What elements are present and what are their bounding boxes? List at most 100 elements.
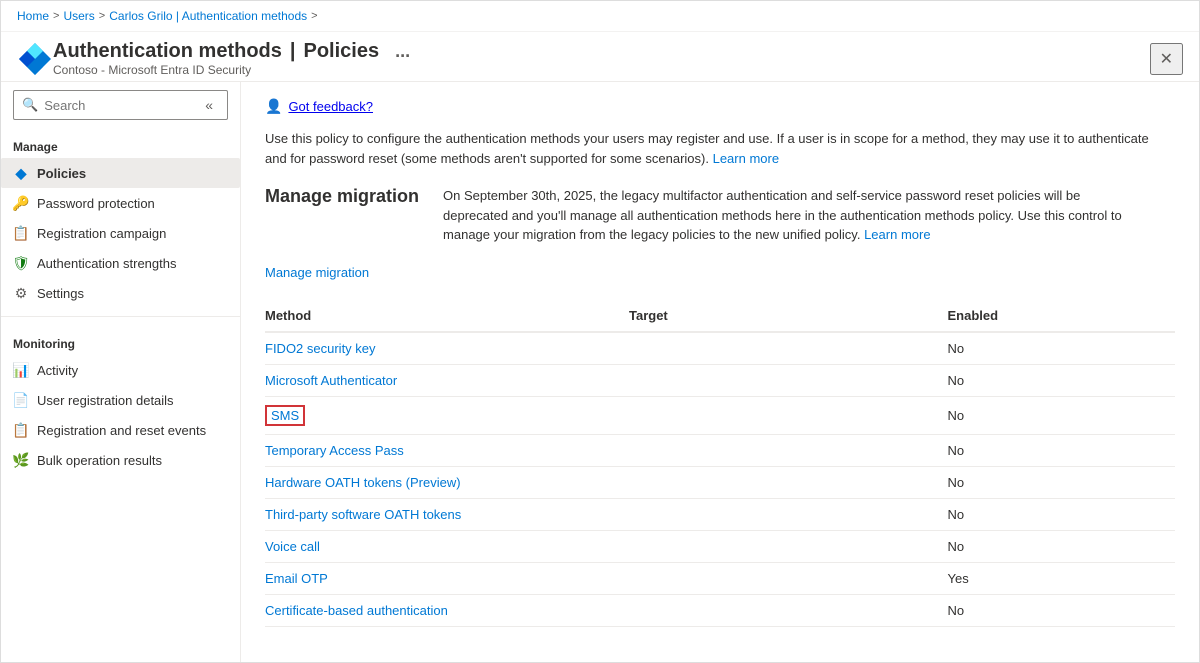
table-row: SMS No — [265, 396, 1175, 434]
breadcrumb-sep-3: > — [311, 10, 317, 22]
table-cell-target-4 — [629, 466, 948, 498]
sidebar-item-password-protection[interactable]: 🔑 Password protection — [1, 188, 240, 218]
password-protection-icon: 🔑 — [13, 195, 29, 211]
table-cell-method-0: FIDO2 security key — [265, 332, 629, 365]
migration-section: Manage migration On September 30th, 2025… — [265, 186, 1175, 245]
feedback-link[interactable]: Got feedback? — [288, 99, 373, 114]
col-header-enabled: Enabled — [948, 300, 1176, 332]
main-layout: 🔍 « Manage ◆ Policies 🔑 Password protect… — [1, 82, 1199, 662]
policy-learn-more-link[interactable]: Learn more — [713, 151, 779, 166]
sidebar-item-user-registration[interactable]: 📄 User registration details — [1, 385, 240, 415]
migration-learn-more-link[interactable]: Learn more — [864, 227, 930, 242]
policy-desc-text: Use this policy to configure the authent… — [265, 131, 1149, 166]
table-cell-target-6 — [629, 530, 948, 562]
method-link-4[interactable]: Hardware OATH tokens (Preview) — [265, 475, 461, 490]
method-link-8[interactable]: Certificate-based authentication — [265, 603, 448, 618]
main-content: 👤 Got feedback? Use this policy to confi… — [241, 82, 1199, 662]
sidebar-item-registration-events-label: Registration and reset events — [37, 423, 206, 438]
migration-text: On September 30th, 2025, the legacy mult… — [443, 186, 1123, 245]
table-cell-enabled-2: No — [948, 396, 1176, 434]
sidebar-item-user-registration-label: User registration details — [37, 393, 174, 408]
registration-events-icon: 📋 — [13, 422, 29, 438]
table-cell-method-1: Microsoft Authenticator — [265, 364, 629, 396]
table-body: FIDO2 security keyNoMicrosoft Authentica… — [265, 332, 1175, 627]
table-cell-method-5: Third-party software OATH tokens — [265, 498, 629, 530]
page-header: Authentication methods | Policies ... Co… — [1, 32, 1199, 82]
table-cell-method-3: Temporary Access Pass — [265, 434, 629, 466]
table-row: Third-party software OATH tokens No — [265, 498, 1175, 530]
sidebar-item-policies-label: Policies — [37, 166, 86, 181]
method-link-5[interactable]: Third-party software OATH tokens — [265, 507, 461, 522]
table-row: FIDO2 security key No — [265, 332, 1175, 365]
table-cell-enabled-1: No — [948, 364, 1176, 396]
sms-boxed-link[interactable]: SMS — [265, 405, 305, 426]
sidebar-item-settings[interactable]: ⚙ Settings — [1, 278, 240, 308]
sidebar-item-registration-campaign[interactable]: 📋 Registration campaign — [1, 218, 240, 248]
sidebar-item-bulk-operation[interactable]: 🌿 Bulk operation results — [1, 445, 240, 475]
col-header-method: Method — [265, 300, 629, 332]
header-more-button[interactable]: ... — [395, 41, 410, 62]
table-cell-target-7 — [629, 562, 948, 594]
collapse-button[interactable]: « — [199, 95, 219, 115]
close-button[interactable]: ✕ — [1150, 43, 1183, 75]
method-link-7[interactable]: Email OTP — [265, 571, 328, 586]
monitoring-section-label: Monitoring — [1, 325, 240, 355]
breadcrumb-current[interactable]: Carlos Grilo | Authentication methods — [109, 9, 307, 23]
col-header-target: Target — [629, 300, 948, 332]
table-cell-enabled-3: No — [948, 434, 1176, 466]
header-title: Authentication methods | Policies ... — [53, 40, 1150, 63]
table-row: Certificate-based authentication No — [265, 594, 1175, 626]
sidebar-divider — [1, 316, 240, 317]
header-subtitle: Contoso - Microsoft Entra ID Security — [53, 63, 1150, 77]
table-cell-method-7: Email OTP — [265, 562, 629, 594]
breadcrumb: Home > Users > Carlos Grilo | Authentica… — [1, 1, 1199, 32]
user-registration-icon: 📄 — [13, 392, 29, 408]
table-row: Email OTP Yes — [265, 562, 1175, 594]
method-link-1[interactable]: Microsoft Authenticator — [265, 373, 397, 388]
search-icon: 🔍 — [22, 97, 38, 113]
search-box: 🔍 « — [13, 90, 228, 120]
table-cell-enabled-0: No — [948, 332, 1176, 365]
breadcrumb-sep-2: > — [99, 10, 105, 22]
table-cell-target-0 — [629, 332, 948, 365]
sidebar-item-settings-label: Settings — [37, 286, 84, 301]
sidebar: 🔍 « Manage ◆ Policies 🔑 Password protect… — [1, 82, 241, 662]
header-title-group: Authentication methods | Policies ... Co… — [53, 40, 1150, 77]
table-row: Microsoft Authenticator No — [265, 364, 1175, 396]
settings-icon: ⚙ — [13, 285, 29, 301]
table-cell-enabled-8: No — [948, 594, 1176, 626]
search-input[interactable] — [44, 98, 193, 113]
breadcrumb-users[interactable]: Users — [63, 9, 94, 23]
table-cell-target-3 — [629, 434, 948, 466]
method-link-6[interactable]: Voice call — [265, 539, 320, 554]
sidebar-item-registration-events[interactable]: 📋 Registration and reset events — [1, 415, 240, 445]
table-cell-method-8: Certificate-based authentication — [265, 594, 629, 626]
breadcrumb-home[interactable]: Home — [17, 9, 49, 23]
policy-description: Use this policy to configure the authent… — [265, 129, 1165, 168]
feedback-bar: 👤 Got feedback? — [265, 98, 1175, 115]
table-header-row: Method Target Enabled — [265, 300, 1175, 332]
manage-section-label: Manage — [1, 128, 240, 158]
table-cell-target-8 — [629, 594, 948, 626]
sidebar-item-auth-strengths-label: Authentication strengths — [37, 256, 176, 271]
activity-icon: 📊 — [13, 362, 29, 378]
table-cell-target-5 — [629, 498, 948, 530]
table-cell-method-6: Voice call — [265, 530, 629, 562]
sidebar-item-auth-strengths[interactable]: 🛡 Authentication strengths — [1, 248, 240, 278]
manage-migration-link[interactable]: Manage migration — [265, 265, 1175, 280]
table-cell-enabled-7: Yes — [948, 562, 1176, 594]
table-cell-enabled-5: No — [948, 498, 1176, 530]
method-link-0[interactable]: FIDO2 security key — [265, 341, 376, 356]
table-row: Temporary Access Pass No — [265, 434, 1175, 466]
header-title-main: Authentication methods — [53, 40, 282, 63]
migration-title: Manage migration — [265, 186, 419, 207]
header-page: Policies — [304, 40, 380, 63]
sidebar-item-activity-label: Activity — [37, 363, 78, 378]
sidebar-item-password-protection-label: Password protection — [37, 196, 155, 211]
breadcrumb-sep-1: > — [53, 10, 59, 22]
sidebar-item-policies[interactable]: ◆ Policies — [1, 158, 240, 188]
table-row: Voice callNo — [265, 530, 1175, 562]
sidebar-item-activity[interactable]: 📊 Activity — [1, 355, 240, 385]
migration-heading: Manage migration — [265, 186, 419, 217]
method-link-3[interactable]: Temporary Access Pass — [265, 443, 404, 458]
